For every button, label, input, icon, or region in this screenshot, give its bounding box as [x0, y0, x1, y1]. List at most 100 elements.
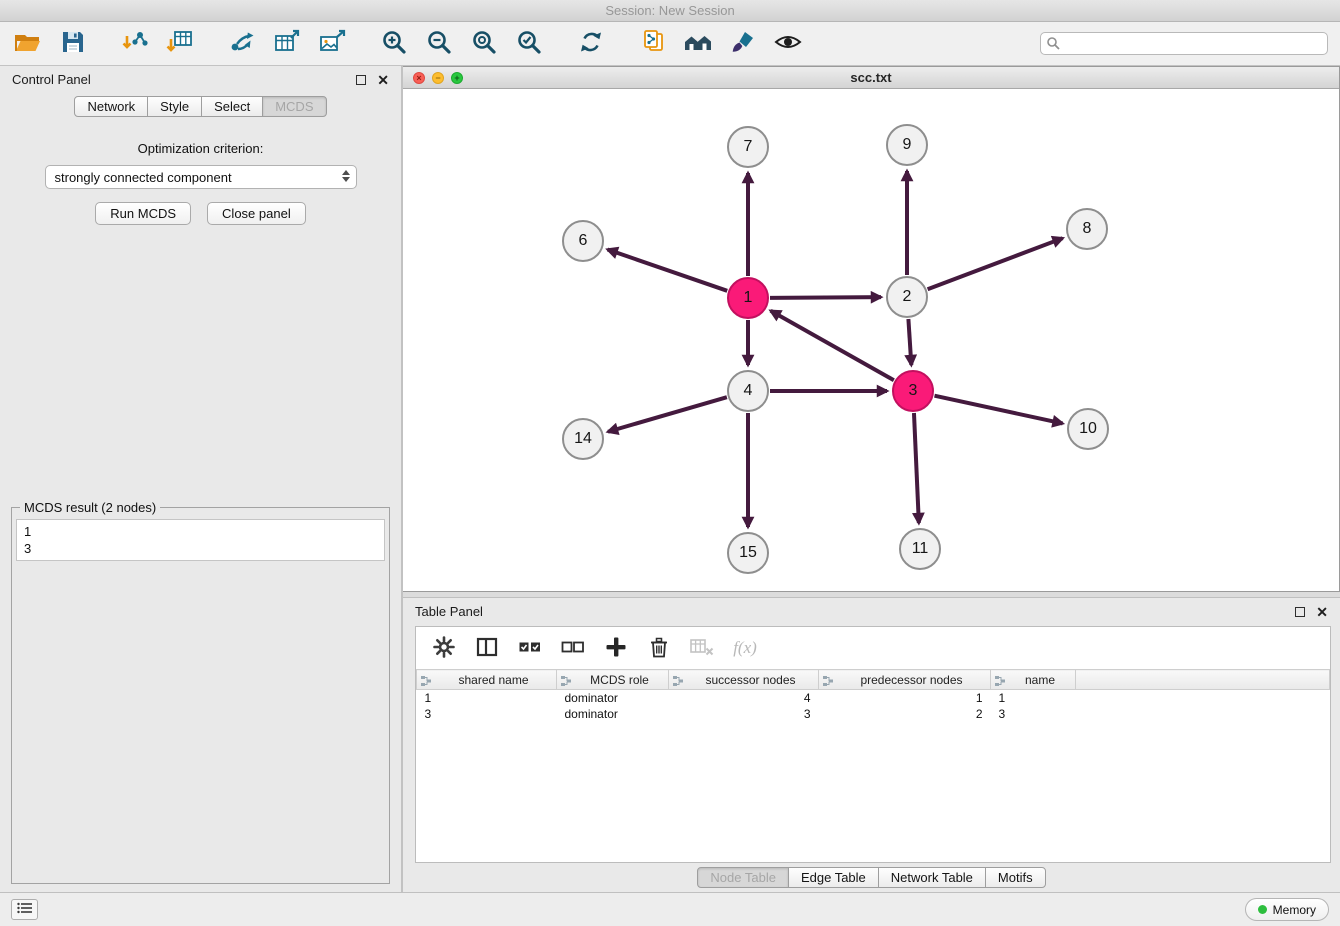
search-input[interactable]: [1040, 32, 1328, 55]
column-header-shared-name[interactable]: shared name: [417, 670, 557, 690]
table-settings-button[interactable]: [431, 635, 457, 661]
mcds-result-item[interactable]: 3: [24, 540, 377, 557]
tab-node-table[interactable]: Node Table: [697, 867, 789, 888]
main-toolbar: [0, 22, 1340, 66]
clone-network-button[interactable]: [637, 28, 669, 60]
main-area: Control Panel ✕ NetworkStyleSelectMCDS O…: [0, 66, 1340, 892]
close-panel-icon[interactable]: ✕: [377, 73, 389, 87]
float-table-panel-icon[interactable]: [1295, 607, 1305, 617]
show-columns-button[interactable]: [474, 635, 500, 661]
column-header-mcds-role[interactable]: MCDS role: [557, 670, 669, 690]
graph-edge-1-2[interactable]: [770, 297, 881, 298]
graph-node-7[interactable]: 7: [727, 126, 769, 168]
table-cell[interactable]: 1: [417, 690, 557, 706]
criterion-selected-value: strongly connected component: [55, 170, 232, 185]
function-builder-button[interactable]: f(x): [732, 635, 758, 661]
graph-node-6[interactable]: 6: [562, 220, 604, 262]
export-network-icon: [228, 29, 256, 58]
apply-layout-button[interactable]: [575, 28, 607, 60]
graph-node-2[interactable]: 2: [886, 276, 928, 318]
graph-edge-3-10[interactable]: [934, 396, 1062, 424]
graph-node-1[interactable]: 1: [727, 277, 769, 319]
zoom-fit-button[interactable]: [468, 28, 500, 60]
graph-node-4[interactable]: 4: [727, 370, 769, 412]
tab-style[interactable]: Style: [147, 96, 202, 117]
table-row[interactable]: 1dominator411: [417, 690, 1330, 706]
table-delete-icon: [689, 635, 715, 662]
export-table-button[interactable]: [271, 28, 303, 60]
delete-table-button[interactable]: [689, 635, 715, 661]
export-network-button[interactable]: [226, 28, 258, 60]
table-cell[interactable]: 3: [991, 706, 1076, 722]
close-panel-button[interactable]: Close panel: [207, 202, 306, 225]
statusbar: Memory: [0, 892, 1340, 926]
first-neighbors-button[interactable]: [682, 28, 714, 60]
open-session-button[interactable]: [12, 28, 44, 60]
table-cell[interactable]: 1: [819, 690, 991, 706]
table-cell[interactable]: 2: [819, 706, 991, 722]
table-cell[interactable]: 3: [417, 706, 557, 722]
show-graphics-details-button[interactable]: [772, 28, 804, 60]
zoom-in-button[interactable]: [378, 28, 410, 60]
tab-motifs[interactable]: Motifs: [985, 867, 1046, 888]
column-header-name[interactable]: name: [991, 670, 1076, 690]
run-mcds-button[interactable]: Run MCDS: [95, 202, 191, 225]
maximize-window-icon[interactable]: +: [451, 72, 463, 84]
select-all-button[interactable]: [517, 635, 543, 661]
plus-icon: [604, 635, 628, 662]
close-table-panel-icon[interactable]: ✕: [1316, 605, 1328, 619]
graph-node-11[interactable]: 11: [899, 528, 941, 570]
tab-network-table[interactable]: Network Table: [878, 867, 986, 888]
document-icon: [640, 29, 666, 58]
column-header-predecessor-nodes[interactable]: predecessor nodes: [819, 670, 991, 690]
graph-edge-2-3[interactable]: [908, 319, 911, 365]
table-row[interactable]: 3dominator323: [417, 706, 1330, 722]
table-header-row: shared nameMCDS rolesuccessor nodesprede…: [417, 670, 1330, 690]
zoom-out-button[interactable]: [423, 28, 455, 60]
graph-edge-3-1[interactable]: [771, 311, 894, 380]
criterion-select[interactable]: strongly connected component: [45, 165, 357, 189]
console-button[interactable]: [11, 899, 38, 920]
table-cell[interactable]: 4: [669, 690, 819, 706]
graph-node-9[interactable]: 9: [886, 124, 928, 166]
delete-column-button[interactable]: [646, 635, 672, 661]
add-column-button[interactable]: [603, 635, 629, 661]
import-table-button[interactable]: [164, 28, 196, 60]
graph-node-15[interactable]: 15: [727, 532, 769, 574]
graph-node-10[interactable]: 10: [1067, 408, 1109, 450]
float-panel-icon[interactable]: [356, 75, 366, 85]
graph-node-8[interactable]: 8: [1066, 208, 1108, 250]
mcds-result-box: MCDS result (2 nodes) 13: [11, 500, 390, 884]
zoom-selected-button[interactable]: [513, 28, 545, 60]
import-network-button[interactable]: [119, 28, 151, 60]
graph-node-3[interactable]: 3: [892, 370, 934, 412]
tab-mcds[interactable]: MCDS: [262, 96, 326, 117]
network-canvas[interactable]: 7 9 6 8 1 2 4 3 14 10 15 11: [403, 89, 1339, 591]
graph-node-14[interactable]: 14: [562, 418, 604, 460]
table-cell[interactable]: 1: [991, 690, 1076, 706]
network-edges-layer: [403, 89, 1339, 591]
tab-select[interactable]: Select: [201, 96, 263, 117]
mcds-result-item[interactable]: 1: [24, 523, 377, 540]
tab-edge-table[interactable]: Edge Table: [788, 867, 879, 888]
tab-network[interactable]: Network: [74, 96, 148, 117]
minimize-window-icon[interactable]: −: [432, 72, 444, 84]
node-table: shared nameMCDS rolesuccessor nodesprede…: [416, 669, 1330, 722]
memory-status-dot: [1258, 905, 1267, 914]
window-titlebar: Session: New Session: [0, 0, 1340, 22]
graph-edge-4-14[interactable]: [608, 397, 727, 432]
column-header-successor-nodes[interactable]: successor nodes: [669, 670, 819, 690]
deselect-all-button[interactable]: [560, 635, 586, 661]
table-cell[interactable]: dominator: [557, 690, 669, 706]
graph-edge-2-8[interactable]: [928, 238, 1063, 289]
export-image-button[interactable]: [316, 28, 348, 60]
memory-button[interactable]: Memory: [1245, 898, 1329, 921]
graph-edge-3-11[interactable]: [914, 413, 919, 523]
mcds-result-list[interactable]: 13: [16, 519, 385, 561]
save-session-button[interactable]: [57, 28, 89, 60]
apply-style-button[interactable]: [727, 28, 759, 60]
table-cell[interactable]: dominator: [557, 706, 669, 722]
table-cell[interactable]: 3: [669, 706, 819, 722]
close-window-icon[interactable]: ×: [413, 72, 425, 84]
graph-edge-1-6[interactable]: [608, 249, 728, 290]
